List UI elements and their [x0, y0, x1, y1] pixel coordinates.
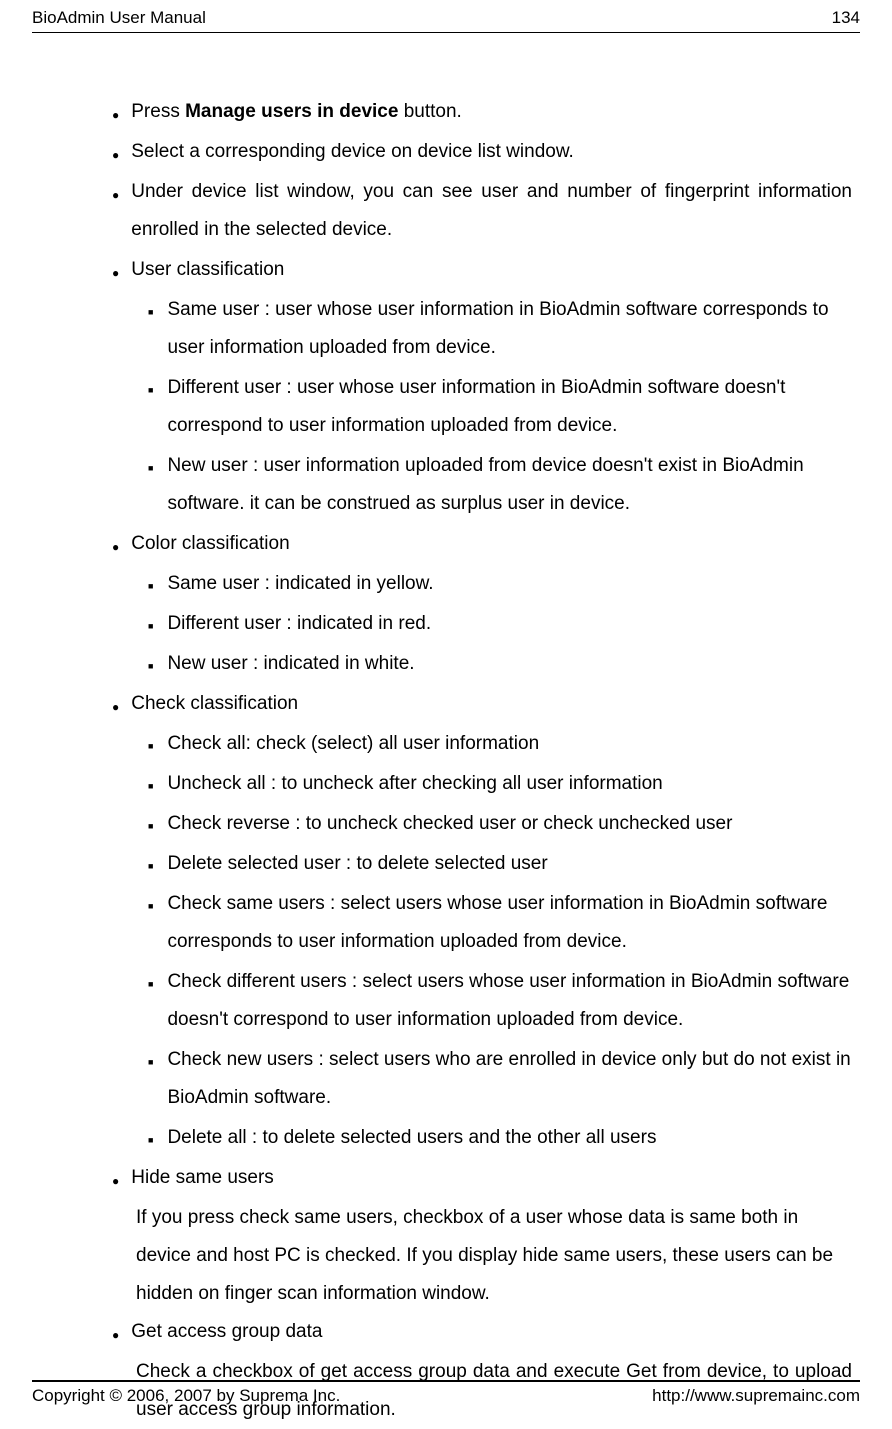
sub-text: Check same users : select users whose us…	[167, 885, 852, 961]
sub-bullet-icon: ■	[148, 777, 153, 803]
sub-bullet-icon: ■	[148, 577, 153, 603]
bullet-icon: ●	[112, 695, 119, 723]
sub-item: ■ Different user : user whose user infor…	[148, 369, 852, 445]
bullet-item: ● Get access group data	[112, 1313, 852, 1351]
sub-text: Check all: check (select) all user infor…	[167, 725, 852, 763]
sub-text: Different user : user whose user informa…	[167, 369, 852, 445]
sub-bullet-icon: ■	[148, 817, 153, 843]
sub-list: ■ Check all: check (select) all user inf…	[112, 725, 852, 1157]
footer-copyright: Copyright © 2006, 2007 by Suprema Inc.	[32, 1386, 340, 1406]
bullet-text: Hide same users	[131, 1159, 852, 1197]
sub-text: Check reverse : to uncheck checked user …	[167, 805, 852, 843]
sub-text: New user : indicated in white.	[167, 645, 852, 683]
sub-text: Delete selected user : to delete selecte…	[167, 845, 852, 883]
page-content: ● Press Manage users in device button. ●…	[32, 93, 860, 1429]
sub-text: Check new users : select users who are e…	[167, 1041, 852, 1117]
sub-item: ■ Delete all : to delete selected users …	[148, 1119, 852, 1157]
sub-text: Uncheck all : to uncheck after checking …	[167, 765, 852, 803]
sub-bullet-icon: ■	[148, 857, 153, 883]
bullet-item: ● Color classification	[112, 525, 852, 563]
bullet-icon: ●	[112, 143, 119, 171]
sub-bullet-icon: ■	[148, 737, 153, 763]
sub-item: ■ Check new users : select users who are…	[148, 1041, 852, 1117]
sub-bullet-icon: ■	[148, 381, 153, 445]
bullet-icon: ●	[112, 1169, 119, 1197]
sub-item: ■ Check all: check (select) all user inf…	[148, 725, 852, 763]
bullet-text: User classification	[131, 251, 852, 289]
sub-bullet-icon: ■	[148, 617, 153, 643]
header-title: BioAdmin User Manual	[32, 8, 206, 28]
sub-item: ■ New user : indicated in white.	[148, 645, 852, 683]
sub-list: ■ Same user : user whose user informatio…	[112, 291, 852, 523]
bullet-icon: ●	[112, 183, 119, 249]
bullet-item: ● Check classification	[112, 685, 852, 723]
sub-bullet-icon: ■	[148, 657, 153, 683]
sub-item: ■ Check different users : select users w…	[148, 963, 852, 1039]
sub-list: ■ Same user : indicated in yellow. ■ Dif…	[112, 565, 852, 683]
bullet-icon: ●	[112, 1323, 119, 1351]
bullet-icon: ●	[112, 535, 119, 563]
page-header: BioAdmin User Manual 134	[32, 0, 860, 33]
sub-bullet-icon: ■	[148, 1131, 153, 1157]
footer-url: http://www.supremainc.com	[652, 1386, 860, 1406]
sub-bullet-icon: ■	[148, 975, 153, 1039]
bullet-text: Color classification	[131, 525, 852, 563]
bullet-item: ● Press Manage users in device button.	[112, 93, 852, 131]
sub-bullet-icon: ■	[148, 303, 153, 367]
sub-item: ■ Same user : indicated in yellow.	[148, 565, 852, 603]
page-number: 134	[832, 8, 860, 28]
sub-item: ■ Same user : user whose user informatio…	[148, 291, 852, 367]
bullet-icon: ●	[112, 261, 119, 289]
bullet-icon: ●	[112, 103, 119, 131]
sub-text: Same user : user whose user information …	[167, 291, 852, 367]
bullet-text: Select a corresponding device on device …	[131, 133, 852, 171]
sub-item: ■ Uncheck all : to uncheck after checkin…	[148, 765, 852, 803]
bullet-item: ● Under device list window, you can see …	[112, 173, 852, 249]
bullet-text: Under device list window, you can see us…	[131, 173, 852, 249]
sub-bullet-icon: ■	[148, 1053, 153, 1117]
sub-item: ■ Check same users : select users whose …	[148, 885, 852, 961]
sub-bullet-icon: ■	[148, 459, 153, 523]
sub-text: Same user : indicated in yellow.	[167, 565, 852, 603]
sub-item: ■ Different user : indicated in red.	[148, 605, 852, 643]
bullet-item: ● User classification	[112, 251, 852, 289]
bullet-text: Get access group data	[131, 1313, 852, 1351]
sub-text: New user : user information uploaded fro…	[167, 447, 852, 523]
sub-item: ■ New user : user information uploaded f…	[148, 447, 852, 523]
bullet-text: Press Manage users in device button.	[131, 93, 852, 131]
sub-text: Different user : indicated in red.	[167, 605, 852, 643]
sub-text: Delete all : to delete selected users an…	[167, 1119, 852, 1157]
sub-text: Check different users : select users who…	[167, 963, 852, 1039]
page-footer: Copyright © 2006, 2007 by Suprema Inc. h…	[32, 1380, 860, 1406]
bullet-item: ● Select a corresponding device on devic…	[112, 133, 852, 171]
sub-item: ■ Delete selected user : to delete selec…	[148, 845, 852, 883]
sub-item: ■ Check reverse : to uncheck checked use…	[148, 805, 852, 843]
bullet-paragraph: If you press check same users, checkbox …	[112, 1199, 852, 1313]
bullet-text: Check classification	[131, 685, 852, 723]
bullet-item: ● Hide same users	[112, 1159, 852, 1197]
sub-bullet-icon: ■	[148, 897, 153, 961]
